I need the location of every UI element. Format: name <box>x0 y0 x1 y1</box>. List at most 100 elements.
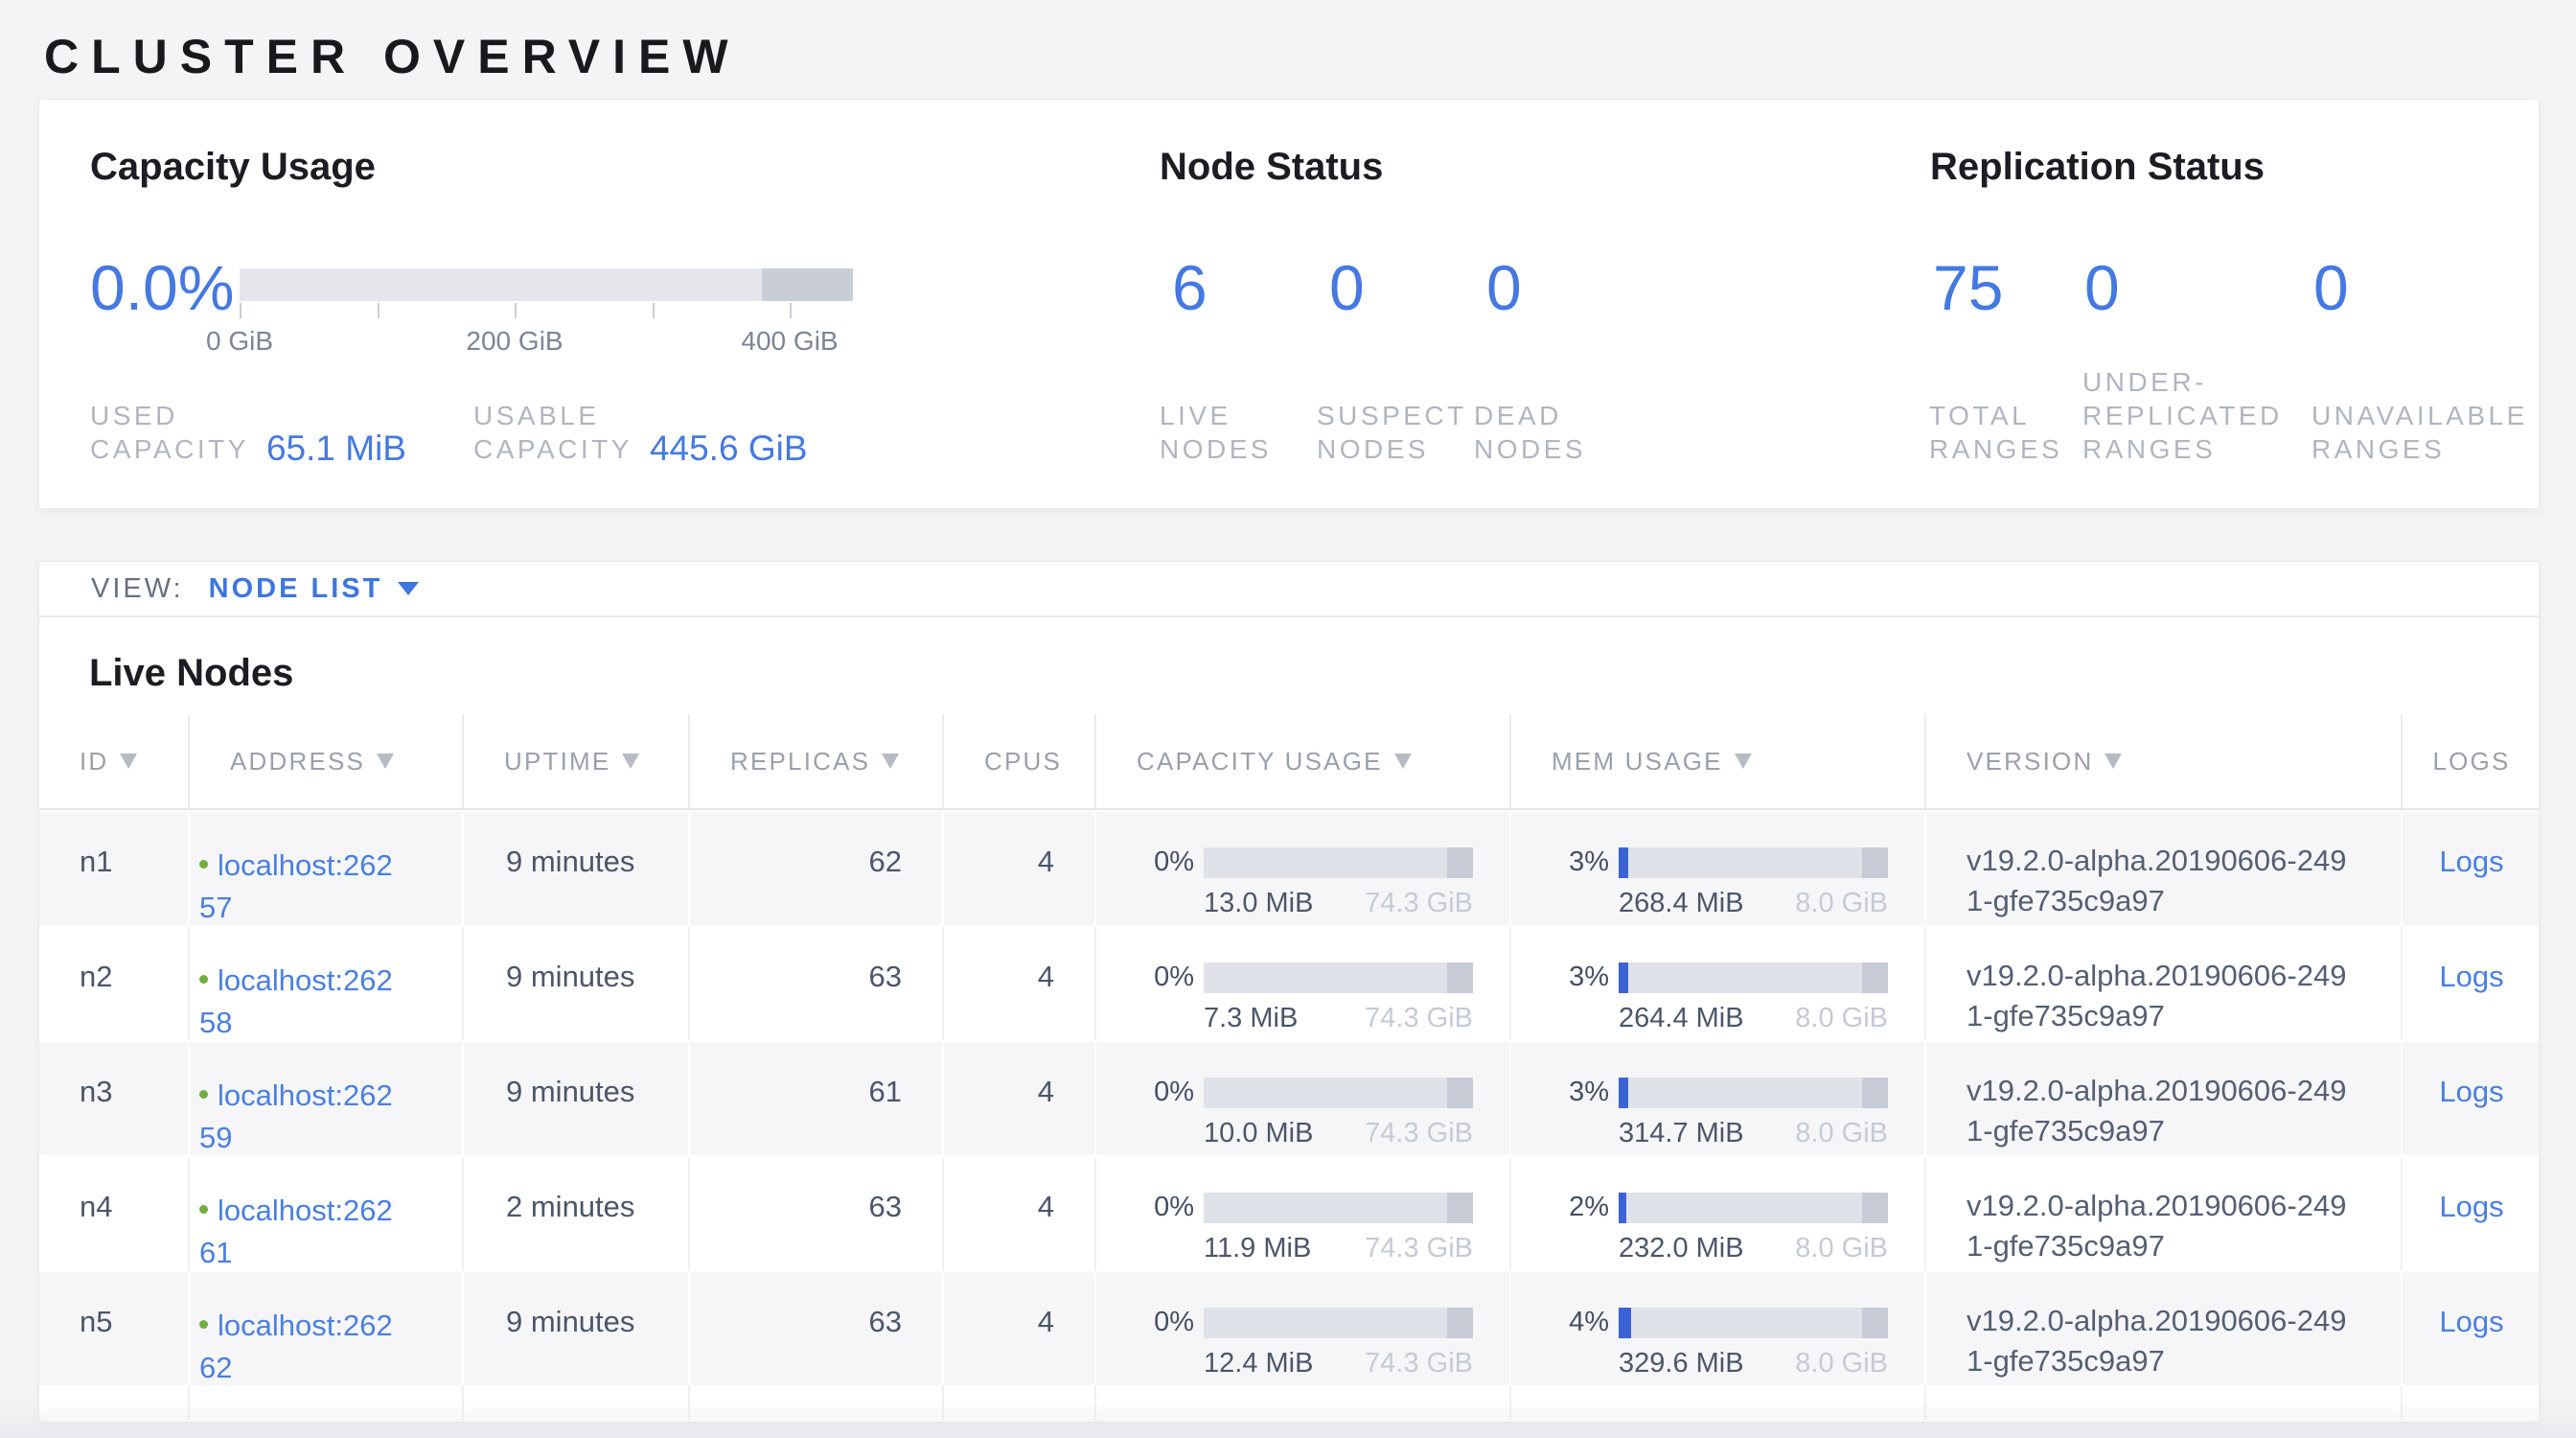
mem-usage-cell: 2%232.0 MiB8.0 GiB <box>1509 1157 1924 1270</box>
mem-usage-cell: 3%314.7 MiB8.0 GiB <box>1509 1042 1924 1155</box>
sort-desc-icon[interactable] <box>622 754 639 769</box>
usable-capacity-stat: USABLECAPACITY445.6 GiB <box>473 399 808 466</box>
sort-desc-icon[interactable] <box>120 754 137 769</box>
node-table-body: n1localhost:262579 minutes6240%13.0 MiB7… <box>39 810 2539 1385</box>
usage-bar-fill <box>1619 1078 1628 1108</box>
sort-desc-icon[interactable] <box>2104 754 2122 769</box>
column-header-memory[interactable]: MEM USAGE <box>1509 714 1924 808</box>
stat-label: USABLECAPACITY <box>473 399 632 466</box>
node-uptime: 9 minutes <box>462 1272 688 1385</box>
sort-desc-icon[interactable] <box>1394 754 1412 769</box>
table-row-n4: n4localhost:262612 minutes6340%11.9 MiB7… <box>39 1155 2539 1270</box>
logs-link[interactable]: Logs <box>2439 1305 2503 1385</box>
usage-bar <box>1204 963 1473 993</box>
node-version: v19.2.0-alpha.20190606-2491-gfe735c9a97 <box>1966 841 2350 921</box>
node-version-cell: v19.2.0-alpha.20190606-2491-gfe735c9a97 <box>1924 1042 2401 1155</box>
capacity-used-percent: 0.0% <box>90 253 234 322</box>
node-version: v19.2.0-alpha.20190606-2491-gfe735c9a97 <box>1966 1071 2350 1151</box>
node-version: v19.2.0-alpha.20190606-2491-gfe735c9a97 <box>1966 1186 2350 1266</box>
column-header-id[interactable]: ID <box>39 714 188 808</box>
usage-bar-dark-segment <box>1447 963 1473 993</box>
mem-usage-cell: 3%264.4 MiB8.0 GiB <box>1509 927 1924 1040</box>
column-header-version[interactable]: VERSION <box>1924 714 2401 808</box>
column-header-replicas[interactable]: REPLICAS <box>688 714 942 808</box>
usage-used-value: 11.9 MiB <box>1204 1233 1311 1264</box>
column-header-address[interactable]: ADDRESS <box>188 714 462 808</box>
logs-link[interactable]: Logs <box>2439 845 2503 925</box>
capacity-usage-cell: 0%10.0 MiB74.3 GiB <box>1094 1042 1509 1155</box>
usage-total-value: 8.0 GiB <box>1795 1233 1888 1264</box>
capacity-usage-cell: 0%11.9 MiB74.3 GiB <box>1094 1157 1509 1270</box>
node-cpus: 4 <box>942 1272 1094 1385</box>
node-version-cell: v19.2.0-alpha.20190606-2491-gfe735c9a97 <box>1924 1272 2401 1385</box>
node-address-link[interactable]: localhost:26258 <box>199 963 393 1039</box>
usage-total-value: 74.3 GiB <box>1365 1233 1473 1264</box>
column-header-capacity[interactable]: CAPACITY USAGE <box>1094 714 1509 808</box>
stat-label: SUSPECTNODES <box>1317 399 1467 466</box>
usage-bar-fill <box>1619 847 1628 878</box>
node-address-cell: localhost:26261 <box>188 1157 462 1270</box>
node-cpus: 4 <box>942 1157 1094 1270</box>
usage-bar <box>1619 1308 1888 1338</box>
node-uptime: 2 minutes <box>462 1157 688 1270</box>
stat-value: 65.1 MiB <box>266 431 406 466</box>
node-version: v19.2.0-alpha.20190606-2491-gfe735c9a97 <box>1966 956 2350 1036</box>
mem-usage-cell: 4%329.6 MiB8.0 GiB <box>1509 1272 1924 1385</box>
stat-number: 75 <box>1933 253 2003 322</box>
node-logs-cell: Logs <box>2401 927 2541 1040</box>
usage-total-value: 8.0 GiB <box>1795 1348 1888 1380</box>
stat-number: 6 <box>1172 253 1208 322</box>
view-label: VIEW: <box>91 573 184 605</box>
usage-bar-dark-segment <box>1447 847 1473 878</box>
logs-link[interactable]: Logs <box>2439 1190 2503 1270</box>
node-address-link[interactable]: localhost:26259 <box>199 1078 393 1154</box>
logs-link[interactable]: Logs <box>2439 1075 2503 1155</box>
node-version-cell: v19.2.0-alpha.20190606-2491-gfe735c9a97 <box>1924 1157 2401 1270</box>
gauge-tick <box>515 303 517 318</box>
usage-bar <box>1619 847 1888 878</box>
capacity-usage-cell: 0%7.3 MiB74.3 GiB <box>1094 927 1509 1040</box>
usage-percent: 4% <box>1511 1307 1609 1338</box>
node-address-link[interactable]: localhost:26262 <box>199 1309 393 1384</box>
mem-usage-cell: 3%268.4 MiB8.0 GiB <box>1509 812 1924 925</box>
usage-used-value: 10.0 MiB <box>1204 1118 1313 1149</box>
usage-bar <box>1619 963 1888 993</box>
gauge-tick <box>378 303 380 318</box>
sort-desc-icon[interactable] <box>882 754 899 769</box>
usage-used-value: 232.0 MiB <box>1619 1233 1744 1264</box>
table-row-n2: n2localhost:262589 minutes6340%7.3 MiB74… <box>39 925 2539 1040</box>
logs-link[interactable]: Logs <box>2439 960 2503 1040</box>
gauge-axis-label: 0 GiB <box>206 326 273 357</box>
usage-percent: 3% <box>1511 847 1609 878</box>
usage-used-value: 264.4 MiB <box>1619 1003 1744 1034</box>
node-replicas: 62 <box>688 812 942 925</box>
capacity-usage-cell: 0%12.4 MiB74.3 GiB <box>1094 1272 1509 1385</box>
usage-bar-dark-segment <box>1862 1308 1888 1338</box>
chevron-down-icon[interactable] <box>398 582 419 595</box>
usage-total-value: 74.3 GiB <box>1365 888 1473 919</box>
node-replicas: 61 <box>688 1042 942 1155</box>
node-replicas: 63 <box>688 927 942 1040</box>
column-header-uptime[interactable]: UPTIME <box>462 714 688 808</box>
usage-percent: 0% <box>1096 962 1194 993</box>
stat-number: 0 <box>1329 253 1365 322</box>
node-address-link[interactable]: localhost:26261 <box>199 1194 393 1269</box>
node-address-link[interactable]: localhost:26257 <box>199 848 393 924</box>
node-address-cell: localhost:26262 <box>188 1272 462 1385</box>
gauge-axis-label: 200 GiB <box>466 326 563 357</box>
sort-desc-icon[interactable] <box>377 754 394 769</box>
view-selector[interactable]: NODE LIST <box>209 573 383 605</box>
usage-bar-dark-segment <box>1447 1193 1473 1223</box>
capacity-usage-heading: Capacity Usage <box>90 146 376 189</box>
stat-label: TOTALRANGES <box>1929 399 2062 466</box>
table-row-n5: n5localhost:262629 minutes6340%12.4 MiB7… <box>39 1270 2539 1385</box>
usage-bar <box>1204 1308 1473 1338</box>
page-title: CLUSTER OVERVIEW <box>44 29 741 84</box>
stat-label: UNAVAILABLERANGES <box>2312 399 2528 466</box>
usage-bar-dark-segment <box>1862 847 1888 878</box>
usage-percent: 0% <box>1096 1307 1194 1338</box>
gauge-tick <box>240 303 242 318</box>
node-replicas: 63 <box>688 1157 942 1270</box>
sort-desc-icon[interactable] <box>1735 754 1752 769</box>
usage-total-value: 74.3 GiB <box>1365 1348 1473 1380</box>
